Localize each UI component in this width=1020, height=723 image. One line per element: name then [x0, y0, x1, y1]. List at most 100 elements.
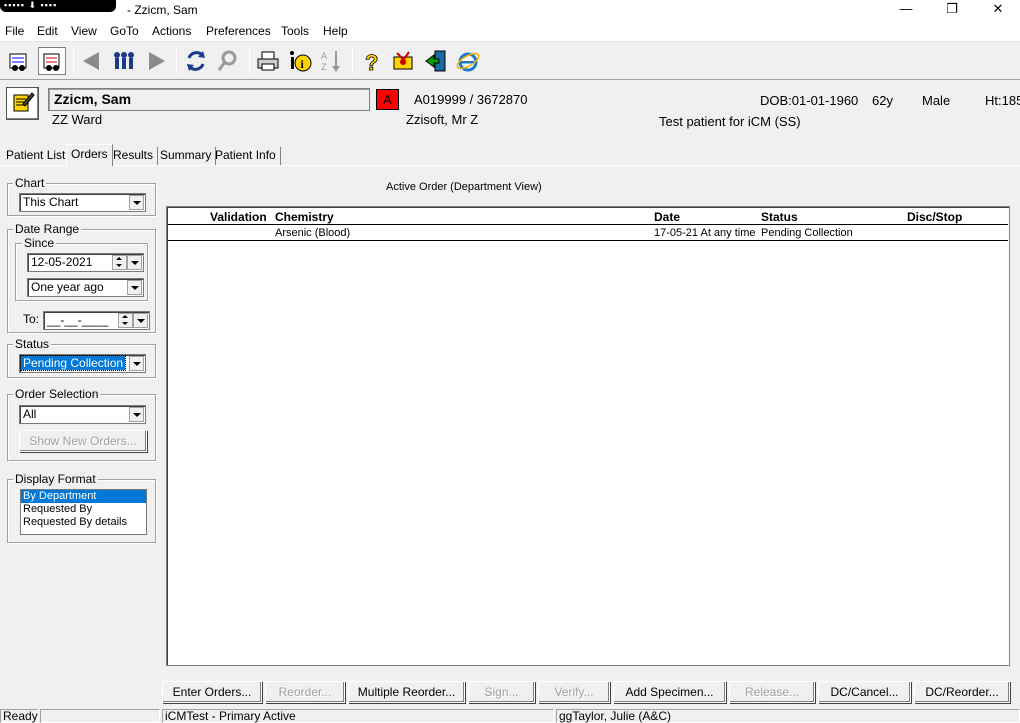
- tab-baseline: [0, 165, 1020, 166]
- order-selection-value: All: [23, 407, 37, 421]
- menu-actions[interactable]: Actions: [152, 24, 191, 38]
- enter-orders-button[interactable]: Enter Orders...: [162, 681, 262, 703]
- column-header-disc-stop[interactable]: Disc/Stop: [907, 210, 962, 224]
- patient-name: Zzicm, Sam: [48, 88, 370, 111]
- window-title: - Zzicm, Sam: [127, 3, 198, 17]
- settings-icon[interactable]: [390, 47, 418, 75]
- restore-button[interactable]: ❐: [929, 0, 975, 20]
- menu-edit[interactable]: Edit: [37, 24, 58, 38]
- menu-tools[interactable]: Tools: [281, 24, 309, 38]
- date-spinner-icon[interactable]: [112, 255, 127, 270]
- minimize-button[interactable]: —: [883, 0, 929, 20]
- svg-text:Z: Z: [321, 62, 327, 72]
- orders-grid[interactable]: [166, 206, 1010, 666]
- order-selection-select[interactable]: All: [19, 405, 146, 424]
- chevron-down-icon[interactable]: [127, 255, 142, 270]
- date-range-label: Date Range: [13, 222, 82, 236]
- help-icon[interactable]: ?: [358, 47, 386, 75]
- chevron-down-icon[interactable]: [129, 195, 144, 210]
- to-date-value: __-__-____: [47, 313, 109, 327]
- toolbar-separator: [249, 48, 250, 74]
- since-preset-select[interactable]: One year ago: [27, 278, 144, 297]
- internet-explorer-icon[interactable]: [454, 47, 482, 75]
- forward-arrow-icon[interactable]: [142, 47, 170, 75]
- to-label: To:: [23, 312, 40, 326]
- menu-file[interactable]: File: [5, 24, 24, 38]
- toolbar-separator: [176, 48, 177, 74]
- grid-title: Active Order (Department View): [386, 181, 542, 193]
- patient-comment: Test patient for iCM (SS): [659, 114, 801, 129]
- exit-door-icon[interactable]: [422, 47, 450, 75]
- cell-chemistry: Arsenic (Blood): [275, 227, 351, 239]
- reorder-button[interactable]: Reorder...: [265, 681, 345, 703]
- chart-label: Chart: [13, 176, 47, 190]
- display-format-option[interactable]: Requested By details: [21, 516, 146, 529]
- allergy-flag[interactable]: A: [376, 89, 399, 110]
- display-format-list[interactable]: By Department Requested By Requested By …: [20, 489, 147, 535]
- tab-orders[interactable]: Orders: [66, 144, 113, 166]
- show-new-orders-button[interactable]: Show New Orders...: [19, 430, 147, 452]
- tab-summary[interactable]: Summary: [156, 147, 217, 165]
- status-select-value: Pending Collection: [19, 355, 127, 371]
- add-specimen-button[interactable]: Add Specimen...: [613, 681, 726, 703]
- column-header-chemistry[interactable]: Chemistry: [275, 210, 334, 224]
- column-header-validation[interactable]: Validation: [210, 210, 267, 224]
- tab-patient-info[interactable]: Patient Info: [211, 147, 281, 165]
- menu-preferences[interactable]: Preferences: [206, 24, 271, 38]
- multiple-reorder-button[interactable]: Multiple Reorder...: [348, 681, 465, 703]
- date-spinner-icon[interactable]: [118, 313, 133, 328]
- status-system: iCMTest - Primary Active: [162, 709, 554, 723]
- chevron-down-icon[interactable]: [129, 407, 144, 422]
- toolbar-separator: [352, 48, 353, 74]
- status-label: Status: [13, 337, 52, 351]
- display-format-option[interactable]: By Department: [21, 490, 146, 503]
- since-date-field[interactable]: 12-05-2021: [27, 253, 144, 272]
- since-label: Since: [22, 236, 57, 250]
- patient-age: 62y: [872, 93, 893, 108]
- grid-row-divider: [168, 240, 1008, 241]
- chart-select-value: This Chart: [23, 195, 79, 209]
- svg-text:A: A: [321, 51, 327, 61]
- print-icon[interactable]: [254, 47, 282, 75]
- to-date-field[interactable]: __-__-____: [43, 311, 150, 330]
- search-icon[interactable]: [214, 47, 242, 75]
- close-button[interactable]: ✕: [975, 0, 1020, 20]
- patient-height: Ht:185: [985, 93, 1020, 108]
- verify-button[interactable]: Verify...: [538, 681, 610, 703]
- since-date-value: 12-05-2021: [31, 255, 93, 269]
- tab-results[interactable]: Results: [109, 147, 159, 165]
- cell-date: 17-05-21 At any time: [654, 227, 756, 239]
- back-arrow-icon[interactable]: [78, 47, 106, 75]
- menu-goto[interactable]: GoTo: [110, 24, 139, 38]
- chevron-down-icon[interactable]: [127, 280, 142, 295]
- dc-cancel-button[interactable]: DC/Cancel...: [818, 681, 911, 703]
- refresh-icon[interactable]: [182, 47, 210, 75]
- info-icon[interactable]: i: [286, 47, 314, 75]
- patient-notes-button[interactable]: [6, 87, 39, 120]
- patient-sex: Male: [922, 93, 951, 108]
- chevron-down-icon[interactable]: [133, 313, 148, 328]
- since-preset-value: One year ago: [31, 280, 104, 294]
- tab-patient-list[interactable]: Patient List: [2, 147, 71, 165]
- dc-reorder-button[interactable]: DC/Reorder...: [914, 681, 1010, 703]
- order-selection-label: Order Selection: [13, 387, 101, 401]
- release-button[interactable]: Release...: [729, 681, 815, 703]
- sort-icon[interactable]: AZ: [318, 47, 346, 75]
- patient-list-icon[interactable]: [38, 47, 66, 75]
- column-header-date[interactable]: Date: [654, 210, 680, 224]
- toolbar-separator: [73, 48, 74, 74]
- status-blank: [40, 709, 160, 723]
- display-format-option[interactable]: Requested By: [21, 503, 146, 516]
- column-header-status[interactable]: Status: [761, 210, 798, 224]
- find-patient-icon[interactable]: [5, 47, 33, 75]
- people-icon[interactable]: [110, 47, 138, 75]
- menu-help[interactable]: Help: [323, 24, 348, 38]
- grid-header-divider: [168, 224, 1008, 225]
- chart-select[interactable]: This Chart: [19, 193, 146, 212]
- chevron-down-icon[interactable]: [129, 356, 144, 371]
- status-select[interactable]: Pending Collection: [19, 354, 146, 373]
- sign-button[interactable]: Sign...: [468, 681, 535, 703]
- patient-mrn: A019999 / 3672870: [414, 92, 528, 107]
- svg-text:?: ?: [365, 50, 378, 74]
- menu-view[interactable]: View: [71, 24, 97, 38]
